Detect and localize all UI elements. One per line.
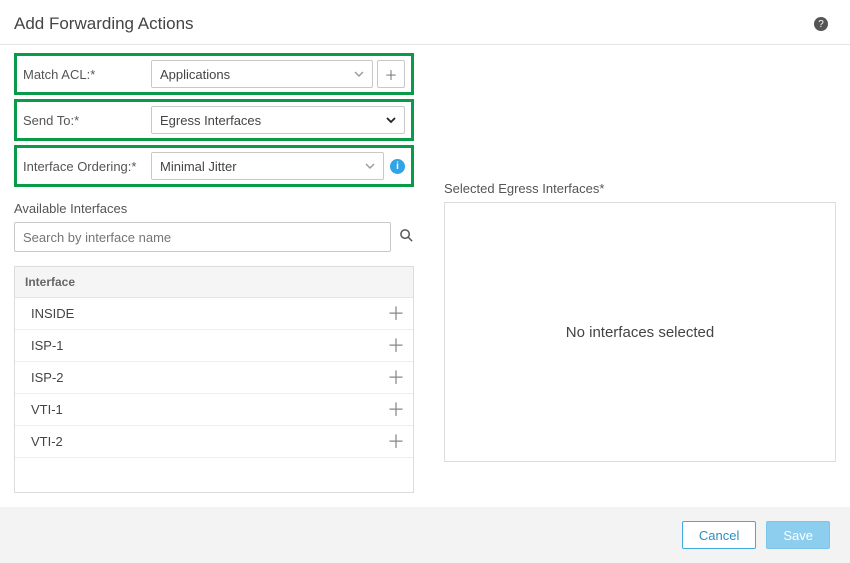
select-match-acl-value: Applications: [160, 67, 230, 82]
select-interface-ordering-value: Minimal Jitter: [160, 159, 237, 174]
select-match-acl[interactable]: Applications: [151, 60, 373, 88]
select-send-to-value: Egress Interfaces: [160, 113, 261, 128]
add-interface-button[interactable]: ＋: [387, 307, 405, 321]
cancel-button[interactable]: Cancel: [682, 521, 756, 549]
page-title: Add Forwarding Actions: [14, 14, 194, 34]
add-interface-button[interactable]: ＋: [387, 403, 405, 417]
interface-name: VTI-2: [31, 434, 63, 449]
chevron-down-icon: [386, 113, 396, 128]
info-icon[interactable]: i: [390, 159, 405, 174]
help-icon[interactable]: ?: [814, 17, 828, 31]
chevron-down-icon: [354, 67, 364, 82]
interface-name: INSIDE: [31, 306, 74, 321]
empty-state-text: No interfaces selected: [566, 324, 714, 341]
plus-icon: ＋: [384, 65, 397, 84]
selected-interfaces-label: Selected Egress Interfaces*: [444, 181, 836, 196]
interface-name: ISP-1: [31, 338, 64, 353]
table-row: INSIDE ＋: [15, 298, 413, 330]
label-match-acl: Match ACL:*: [23, 67, 151, 82]
table-row: ISP-1 ＋: [15, 330, 413, 362]
row-match-acl: Match ACL:* Applications ＋: [14, 53, 414, 95]
add-interface-button[interactable]: ＋: [387, 339, 405, 353]
table-row: VTI-2 ＋: [15, 426, 413, 458]
label-interface-ordering: Interface Ordering:*: [23, 159, 151, 174]
save-button[interactable]: Save: [766, 521, 830, 549]
search-icon[interactable]: [399, 228, 414, 246]
select-interface-ordering[interactable]: Minimal Jitter: [151, 152, 384, 180]
column-header-interface: Interface: [15, 267, 413, 298]
selected-interfaces-box: No interfaces selected: [444, 202, 836, 462]
table-row: ISP-2 ＋: [15, 362, 413, 394]
add-acl-button[interactable]: ＋: [377, 60, 405, 88]
select-send-to[interactable]: Egress Interfaces: [151, 106, 405, 134]
search-input[interactable]: [14, 222, 391, 252]
available-interfaces-label: Available Interfaces: [14, 201, 414, 216]
chevron-down-icon: [365, 159, 375, 174]
available-interfaces-table: Interface INSIDE ＋ ISP-1 ＋ ISP-2 ＋ VTI-1…: [14, 266, 414, 493]
interface-name: VTI-1: [31, 402, 63, 417]
row-send-to: Send To:* Egress Interfaces: [14, 99, 414, 141]
add-interface-button[interactable]: ＋: [387, 435, 405, 449]
interface-name: ISP-2: [31, 370, 64, 385]
row-interface-ordering: Interface Ordering:* Minimal Jitter i: [14, 145, 414, 187]
add-interface-button[interactable]: ＋: [387, 371, 405, 385]
label-send-to: Send To:*: [23, 113, 151, 128]
table-row: VTI-1 ＋: [15, 394, 413, 426]
